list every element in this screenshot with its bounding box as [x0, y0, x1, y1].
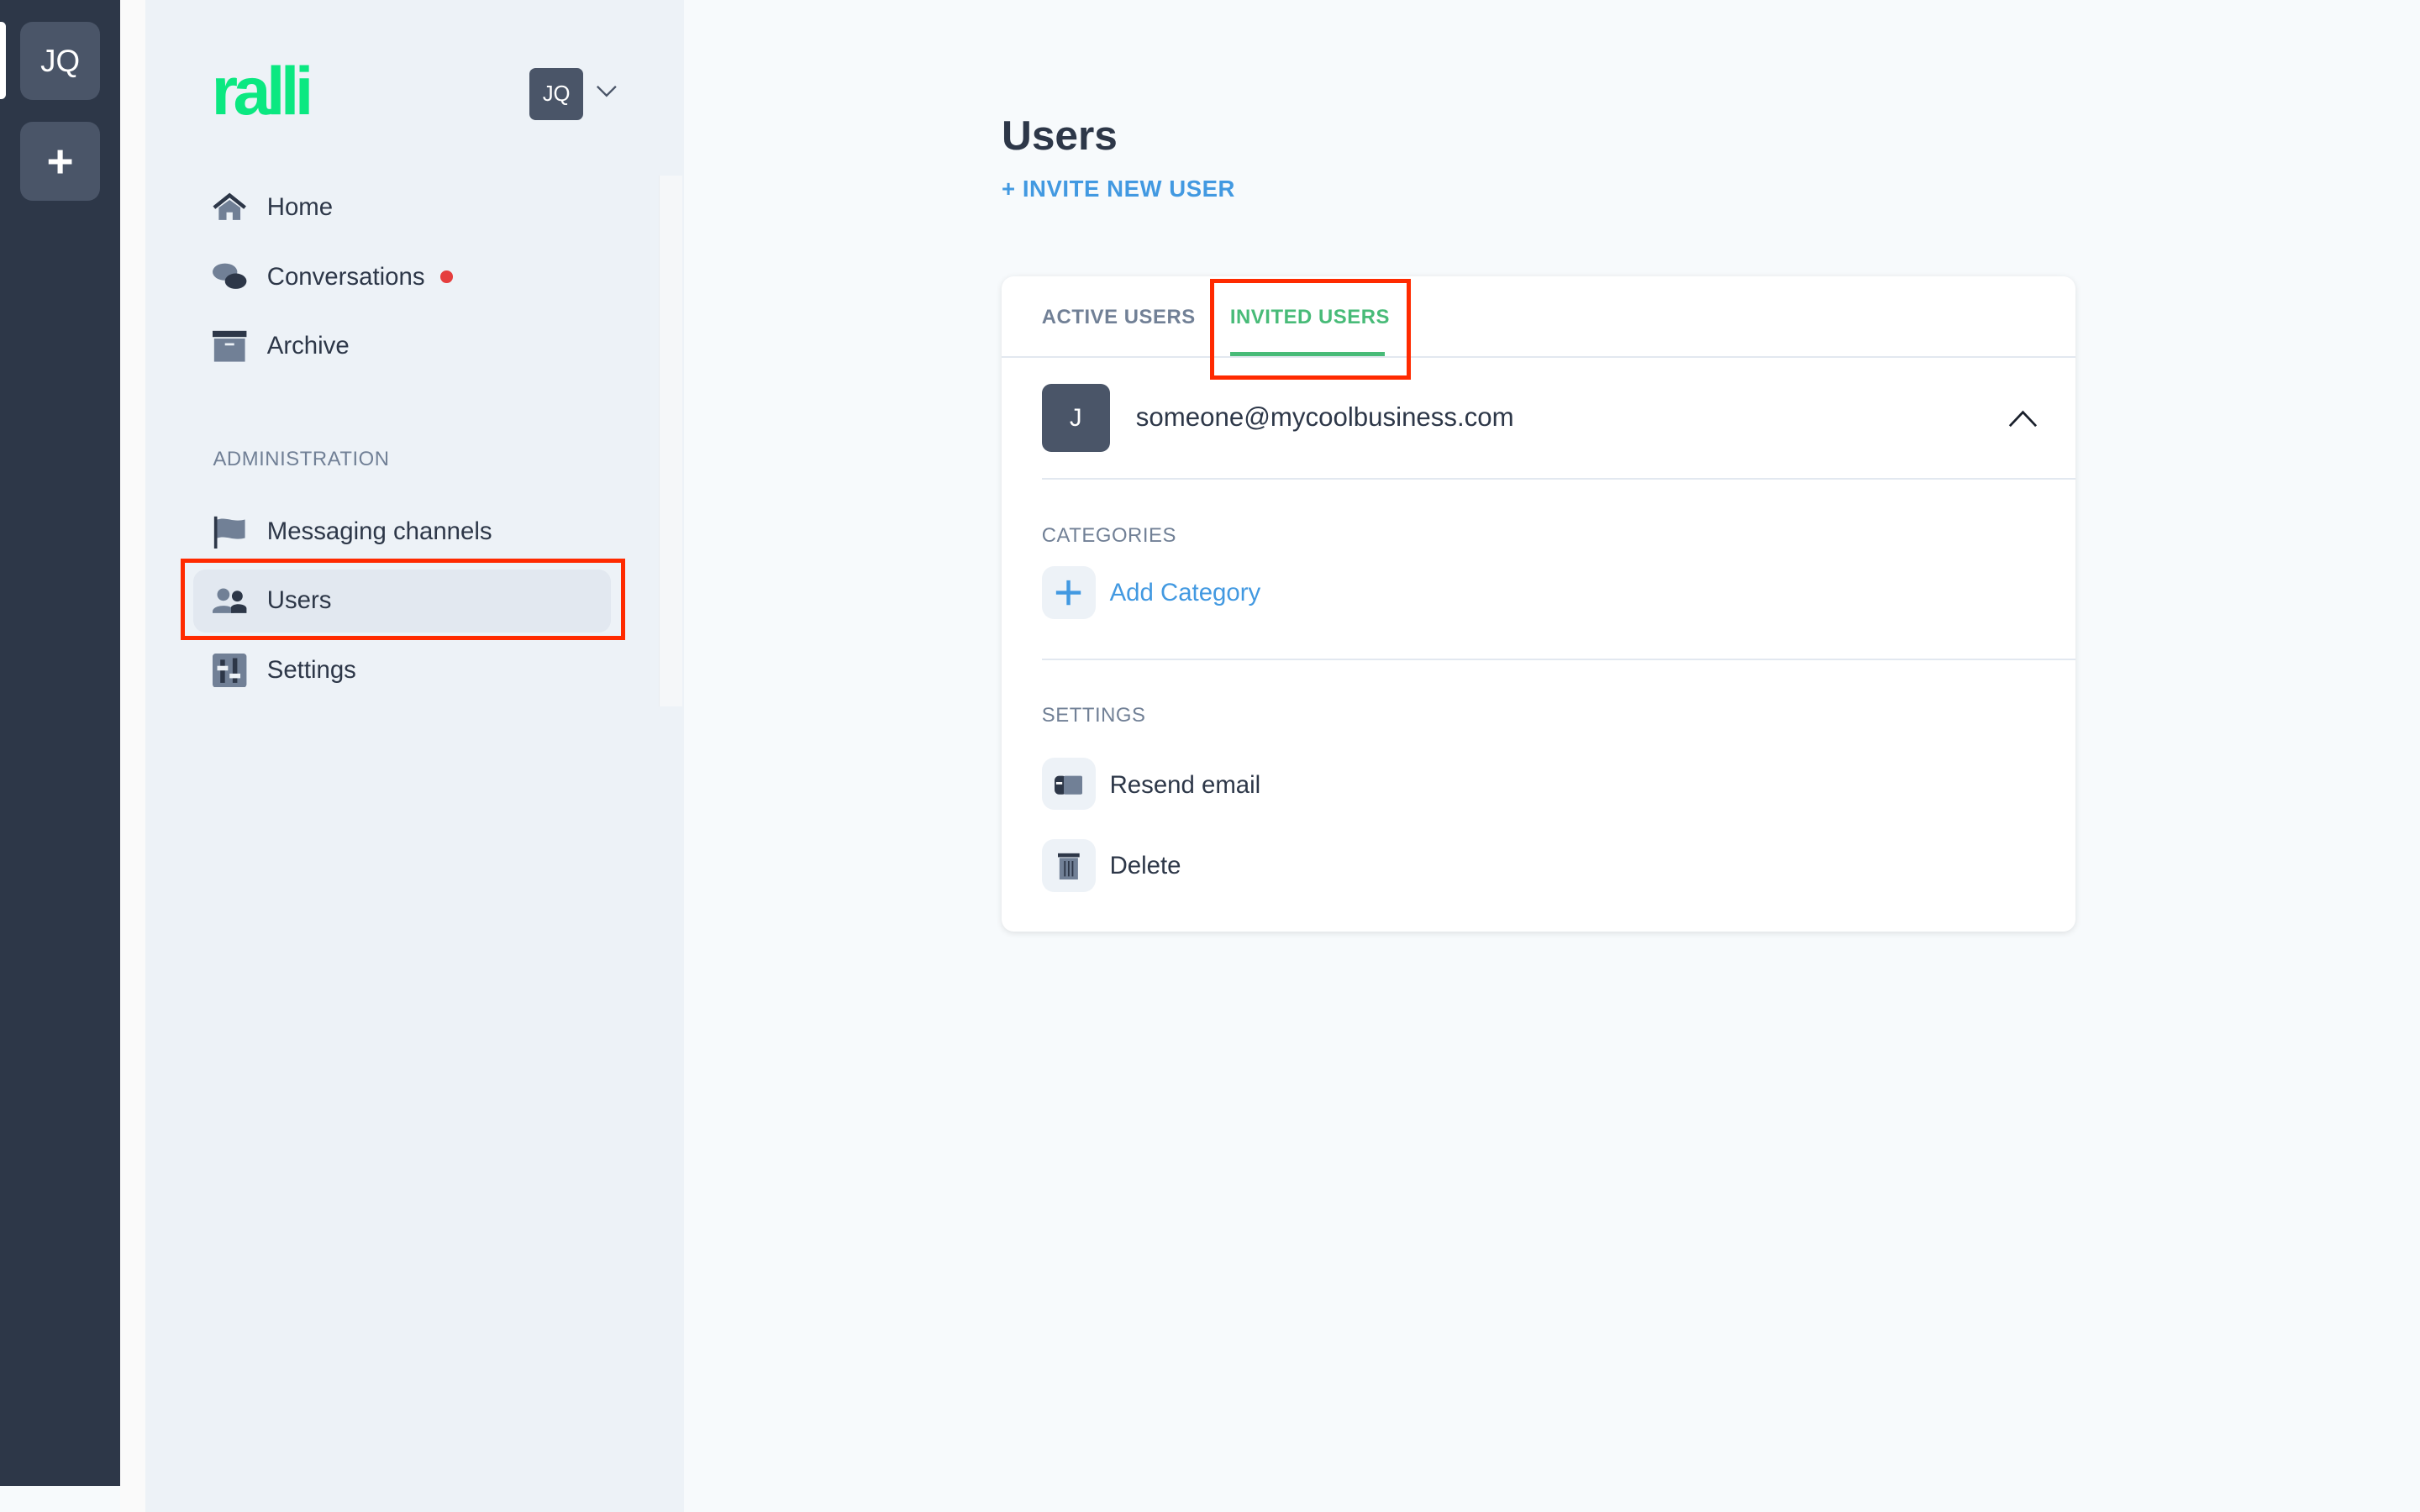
- user-email[interactable]: someone@mycoolbusiness.com: [1136, 402, 1514, 433]
- trash-icon: [1058, 853, 1080, 879]
- sidebar-item-messaging-channels[interactable]: Messaging channels: [193, 500, 612, 563]
- settings-heading: SETTINGS: [1041, 703, 1146, 727]
- sliders-icon: [213, 653, 247, 688]
- delete-button[interactable]: Delete: [1110, 852, 1181, 880]
- sidebar-item-label: Archive: [266, 332, 350, 360]
- divider: [120, 0, 145, 1512]
- unread-indicator: [439, 270, 453, 284]
- workspace-button[interactable]: JQ: [19, 21, 101, 101]
- resend-email-button[interactable]: Resend email: [1110, 771, 1261, 800]
- ralli-logo[interactable]: ralli: [212, 58, 314, 126]
- chat-icon: [213, 264, 247, 290]
- tab-active-users[interactable]: ACTIVE USERS: [1042, 306, 1196, 329]
- highlight-box-users: [180, 558, 625, 641]
- add-category-button[interactable]: Add Category: [1110, 579, 1261, 607]
- plus-icon: [1056, 580, 1081, 605]
- chevron-down-icon[interactable]: [596, 85, 618, 99]
- page-title: Users: [1002, 112, 1118, 160]
- sidebar-item-label: Home: [266, 193, 334, 222]
- administration-heading: ADMINISTRATION: [213, 447, 390, 470]
- sidebar-item-home[interactable]: Home: [193, 176, 612, 239]
- categories-heading: CATEGORIES: [1041, 524, 1176, 548]
- add-workspace-button[interactable]: +: [19, 122, 101, 201]
- mailbox-icon: [1055, 775, 1083, 795]
- flag-icon: [214, 516, 246, 549]
- tabs-divider: [1002, 356, 2076, 359]
- sidebar-item-conversations[interactable]: Conversations: [193, 245, 612, 308]
- workspace-rail: [0, 0, 121, 1486]
- divider: [1041, 478, 2076, 480]
- sidebar-item-label: Conversations: [266, 262, 425, 291]
- highlight-box-invited-tab: [1209, 279, 1411, 380]
- delete-icon-button[interactable]: [1041, 839, 1097, 892]
- divider: [1041, 659, 2076, 661]
- active-workspace-indicator: [0, 21, 7, 99]
- resend-email-icon-button[interactable]: [1041, 757, 1097, 811]
- sidebar-item-label: Settings: [266, 656, 356, 685]
- user-avatar-initial: J: [1069, 403, 1082, 432]
- sidebar-scrollbar[interactable]: [659, 176, 682, 707]
- chevron-up-icon[interactable]: [2008, 409, 2038, 428]
- user-initials: JQ: [542, 81, 571, 106]
- user-menu-avatar[interactable]: JQ: [529, 67, 584, 121]
- app: JQ + ralli JQ Home Conversations Archive…: [0, 0, 2420, 1512]
- workspace-initials: JQ: [40, 43, 81, 78]
- sidebar-item-label: Messaging channels: [266, 517, 492, 545]
- add-category-icon-button[interactable]: [1041, 566, 1097, 619]
- sidebar-item-archive[interactable]: Archive: [193, 315, 612, 378]
- sidebar-item-settings[interactable]: Settings: [193, 638, 612, 701]
- archive-icon: [213, 330, 247, 362]
- home-icon: [213, 192, 247, 220]
- plus-icon: +: [46, 134, 74, 187]
- invite-new-user-button[interactable]: + INVITE NEW USER: [1002, 176, 1235, 202]
- user-avatar: J: [1041, 384, 1110, 453]
